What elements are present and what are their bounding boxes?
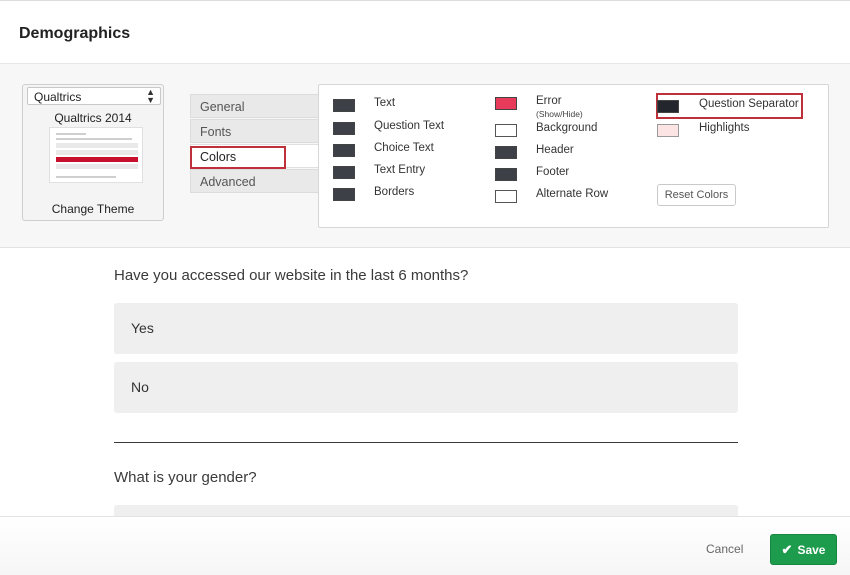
tab-advanced[interactable]: Advanced [190,169,320,193]
color-swatch[interactable] [657,100,679,113]
color-swatch[interactable] [333,144,355,157]
color-label: Alternate Row [536,188,609,200]
theme-thumbnail[interactable] [49,127,143,183]
color-swatch[interactable] [495,97,517,110]
color-swatch[interactable] [333,99,355,112]
question-text: What is your gender? [114,469,257,486]
color-label: Header [536,144,574,156]
thumbnail-line [56,138,132,140]
question-text: Have you accessed our website in the las… [114,267,469,284]
dialog-footer: Cancel ✔ Save [0,516,850,575]
change-theme-link[interactable]: Change Theme [23,202,163,216]
thumbnail-line [56,133,86,135]
color-label: Footer [536,166,570,178]
sort-arrows-icon: ▲ ▼ [146,87,155,105]
color-swatch[interactable] [657,124,679,137]
color-swatch[interactable] [495,190,517,203]
color-swatch[interactable] [495,146,517,159]
color-label: Choice Text [374,142,434,154]
save-button[interactable]: ✔ Save [770,534,837,565]
color-swatch[interactable] [333,122,355,135]
color-label: Background [536,122,598,134]
color-label: Question Separator [699,98,799,110]
theme-select[interactable]: Qualtrics ▲ ▼ [27,87,161,105]
thumbnail-line [56,176,116,178]
thumbnail-choice-selected [56,157,138,162]
survey-preview: Have you accessed our website in the las… [0,249,850,516]
color-sublabel: (Show/Hide) [536,109,583,119]
color-label: Question Text [374,120,445,132]
colors-settings: Reset Colors Text Question Text Choice Tex… [318,84,829,228]
reset-colors-button[interactable]: Reset Colors [657,184,736,206]
choice-no[interactable]: No [114,362,738,413]
tab-general[interactable]: General [190,94,320,118]
color-label: Highlights [699,122,750,134]
color-label: Borders [374,186,415,198]
color-label: Text [374,97,396,109]
theme-card: Qualtrics ▲ ▼ Qualtrics 2014 Change Theme [22,84,164,221]
color-swatch[interactable] [333,188,355,201]
question-separator [114,442,738,443]
thumbnail-choice [56,143,138,148]
tab-fonts[interactable]: Fonts [190,119,320,143]
look-and-feel-panel: Qualtrics ▲ ▼ Qualtrics 2014 Change Theme… [0,64,850,248]
cancel-button[interactable]: Cancel [706,542,743,556]
dialog-title: Demographics [19,25,131,42]
theme-name: Qualtrics 2014 [54,111,132,125]
thumbnail-choice [56,150,138,155]
choice-yes[interactable]: Yes [114,303,738,354]
color-label: Error [536,95,562,107]
color-label: Text Entry [374,164,426,176]
save-label: Save [797,542,826,557]
tab-colors[interactable]: Colors [190,144,320,168]
checkmark-icon: ✔ [781,541,793,557]
color-swatch[interactable] [495,168,517,181]
choice-partial[interactable] [114,505,738,516]
thumbnail-choice [56,164,138,169]
color-swatch[interactable] [333,166,355,179]
theme-select-value: Qualtrics [34,90,82,104]
color-swatch[interactable] [495,124,517,137]
dialog-header: Demographics [0,0,850,64]
